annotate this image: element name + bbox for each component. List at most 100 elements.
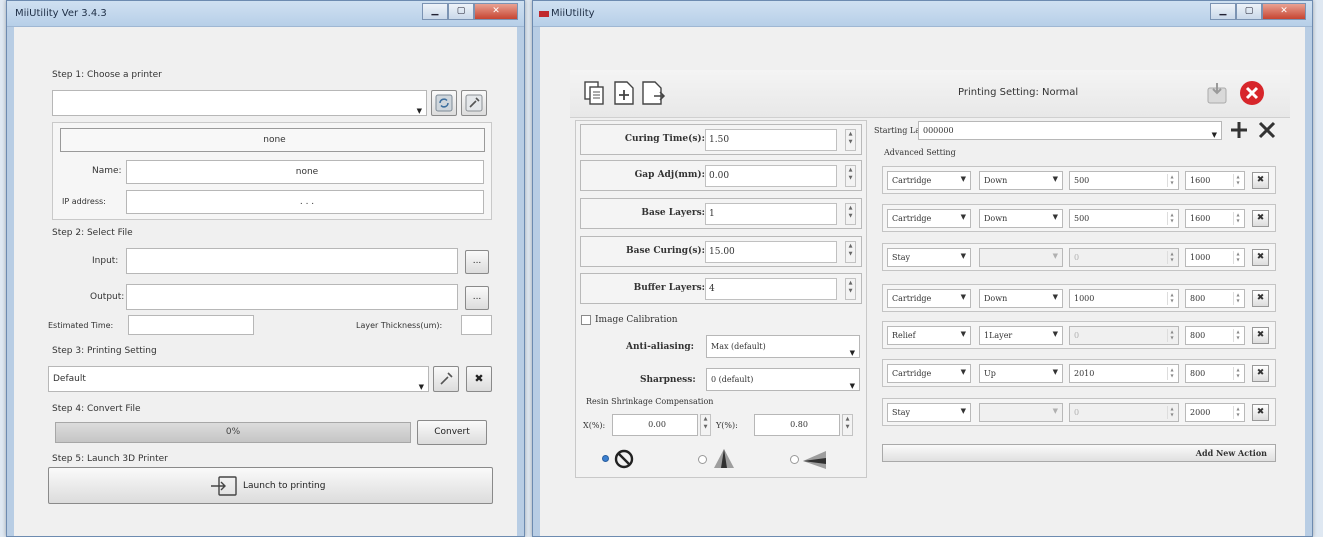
x-icon: ✖ bbox=[1256, 252, 1265, 262]
base-curing-value: 15.00 bbox=[709, 247, 735, 257]
action-direction-select[interactable]: Down ▼ bbox=[979, 209, 1063, 228]
starting-layer-select[interactable]: 000000 ▼ bbox=[918, 121, 1222, 140]
action-direction-select[interactable]: ▼ bbox=[979, 248, 1063, 267]
chevron-down-icon: ▼ bbox=[1052, 407, 1058, 415]
save-setting-button[interactable] bbox=[1205, 80, 1231, 109]
curing-time-input[interactable]: 1.50 bbox=[705, 129, 837, 151]
action-direction-select[interactable]: 1Layer ▼ bbox=[979, 326, 1063, 345]
anti-aliasing-label: Anti-aliasing: bbox=[626, 342, 694, 352]
action-row: Stay ▼ ▼ 0 ▲ ▼ 1000 ▲ ▼ ✖ bbox=[882, 243, 1276, 271]
action-type-select[interactable]: Relief ▼ bbox=[887, 326, 971, 345]
action-distance-value: 0 bbox=[1074, 253, 1080, 262]
add-new-action-button[interactable]: Add New Action bbox=[882, 444, 1276, 462]
delete-setting-button[interactable]: ✖ bbox=[466, 366, 492, 392]
printer-select[interactable]: ▼ bbox=[52, 90, 427, 116]
maximize-button[interactable]: ▢ bbox=[448, 3, 474, 20]
spinner-icon: ▲ ▼ bbox=[1167, 174, 1176, 187]
orientation-radio-none[interactable] bbox=[602, 455, 609, 462]
action-type-select[interactable]: Stay ▼ bbox=[887, 248, 971, 267]
input-browse-button[interactable]: ... bbox=[465, 250, 489, 274]
base-curing-input[interactable]: 15.00 bbox=[705, 241, 837, 263]
delete-action-button[interactable]: ✖ bbox=[1252, 327, 1269, 344]
action-distance-input[interactable]: 0 ▲ ▼ bbox=[1069, 248, 1179, 267]
action-distance-input[interactable]: 0 ▲ ▼ bbox=[1069, 403, 1179, 422]
minimize-button[interactable]: ▁ bbox=[1210, 3, 1236, 20]
curing-time-spinner[interactable]: ▲ ▼ bbox=[845, 129, 856, 151]
action-speed-input[interactable]: 1600 ▲ ▼ bbox=[1185, 171, 1245, 190]
action-distance-value: 1000 bbox=[1074, 294, 1095, 303]
input-field[interactable] bbox=[126, 248, 458, 274]
printer-settings-button[interactable] bbox=[461, 90, 487, 116]
close-setting-button[interactable] bbox=[1239, 80, 1265, 109]
launch-button[interactable]: Launch to printing bbox=[48, 467, 493, 504]
close-button[interactable]: ✕ bbox=[1262, 3, 1306, 20]
add-layer-button[interactable] bbox=[1229, 120, 1249, 140]
gap-adj-input[interactable]: 0.00 bbox=[705, 165, 837, 187]
spinner-icon: ▲ ▼ bbox=[1233, 251, 1242, 264]
spinner-icon: ▲ ▼ bbox=[1233, 367, 1242, 380]
ip-field: . . . bbox=[126, 190, 484, 214]
base-curing-spinner[interactable]: ▲ ▼ bbox=[845, 241, 856, 263]
action-speed-input[interactable]: 800 ▲ ▼ bbox=[1185, 364, 1245, 383]
output-field[interactable] bbox=[126, 284, 458, 310]
close-button[interactable]: ✕ bbox=[474, 3, 518, 20]
y-percent-value: 0.80 bbox=[790, 420, 808, 429]
action-distance-input[interactable]: 2010 ▲ ▼ bbox=[1069, 364, 1179, 383]
image-calibration-checkbox[interactable] bbox=[581, 315, 591, 325]
delete-action-button[interactable]: ✖ bbox=[1252, 290, 1269, 307]
convert-button[interactable]: Convert bbox=[417, 420, 487, 445]
action-type-select[interactable]: Cartridge ▼ bbox=[887, 209, 971, 228]
orientation-radio-side[interactable] bbox=[790, 455, 799, 464]
action-direction-select[interactable]: Down ▼ bbox=[979, 171, 1063, 190]
delete-action-button[interactable]: ✖ bbox=[1252, 172, 1269, 189]
remove-layer-button[interactable] bbox=[1257, 120, 1277, 140]
anti-aliasing-select[interactable]: Max (default) ▼ bbox=[706, 335, 860, 358]
printing-setting-title: Printing Setting: Normal bbox=[958, 87, 1079, 98]
action-direction-select[interactable]: ▼ bbox=[979, 403, 1063, 422]
base-layers-input[interactable]: 1 bbox=[705, 203, 837, 225]
export-file-icon bbox=[642, 81, 666, 105]
orientation-radio-cone[interactable] bbox=[698, 455, 707, 464]
action-type-select[interactable]: Cartridge ▼ bbox=[887, 171, 971, 190]
delete-action-button[interactable]: ✖ bbox=[1252, 210, 1269, 227]
x-percent-input[interactable]: 0.00 bbox=[612, 414, 698, 436]
refresh-printer-button[interactable] bbox=[431, 90, 457, 116]
export-setting-button[interactable] bbox=[640, 80, 666, 109]
y-percent-spinner[interactable]: ▲ ▼ bbox=[842, 414, 853, 436]
action-distance-input[interactable]: 500 ▲ ▼ bbox=[1069, 209, 1179, 228]
action-type-select[interactable]: Stay ▼ bbox=[887, 403, 971, 422]
maximize-button[interactable]: ▢ bbox=[1236, 3, 1262, 20]
action-direction-select[interactable]: Up ▼ bbox=[979, 364, 1063, 383]
new-setting-button[interactable] bbox=[612, 80, 636, 109]
action-type-value: Stay bbox=[892, 253, 910, 262]
buffer-layers-spinner[interactable]: ▲ ▼ bbox=[845, 278, 856, 300]
edit-setting-button[interactable] bbox=[433, 366, 459, 392]
action-direction-select[interactable]: Down ▼ bbox=[979, 289, 1063, 308]
action-speed-input[interactable]: 1600 ▲ ▼ bbox=[1185, 209, 1245, 228]
action-type-select[interactable]: Cartridge ▼ bbox=[887, 289, 971, 308]
base-layers-spinner[interactable]: ▲ ▼ bbox=[845, 203, 856, 225]
x-percent-spinner[interactable]: ▲ ▼ bbox=[700, 414, 711, 436]
delete-action-button[interactable]: ✖ bbox=[1252, 249, 1269, 266]
output-browse-button[interactable]: ... bbox=[465, 286, 489, 310]
delete-action-button[interactable]: ✖ bbox=[1252, 404, 1269, 421]
action-speed-input[interactable]: 2000 ▲ ▼ bbox=[1185, 403, 1245, 422]
buffer-layers-input[interactable]: 4 bbox=[705, 278, 837, 300]
printing-setting-select[interactable]: Default ▼ bbox=[48, 366, 429, 392]
copy-setting-button[interactable] bbox=[582, 80, 606, 109]
action-speed-input[interactable]: 1000 ▲ ▼ bbox=[1185, 248, 1245, 267]
chevron-down-icon: ▼ bbox=[1052, 330, 1058, 338]
action-distance-input[interactable]: 1000 ▲ ▼ bbox=[1069, 289, 1179, 308]
minimize-button[interactable]: ▁ bbox=[422, 3, 448, 20]
sharpness-select[interactable]: 0 (default) ▼ bbox=[706, 368, 860, 391]
y-percent-input[interactable]: 0.80 bbox=[754, 414, 840, 436]
spinner-icon: ▲ ▼ bbox=[1167, 329, 1176, 342]
gap-adj-spinner[interactable]: ▲ ▼ bbox=[845, 165, 856, 187]
action-type-select[interactable]: Cartridge ▼ bbox=[887, 364, 971, 383]
action-row: Cartridge ▼ Down ▼ 500 ▲ ▼ 1600 ▲ ▼ ✖ bbox=[882, 204, 1276, 232]
action-speed-input[interactable]: 800 ▲ ▼ bbox=[1185, 326, 1245, 345]
action-distance-input[interactable]: 500 ▲ ▼ bbox=[1069, 171, 1179, 190]
action-distance-input[interactable]: 0 ▲ ▼ bbox=[1069, 326, 1179, 345]
delete-action-button[interactable]: ✖ bbox=[1252, 365, 1269, 382]
action-speed-input[interactable]: 800 ▲ ▼ bbox=[1185, 289, 1245, 308]
